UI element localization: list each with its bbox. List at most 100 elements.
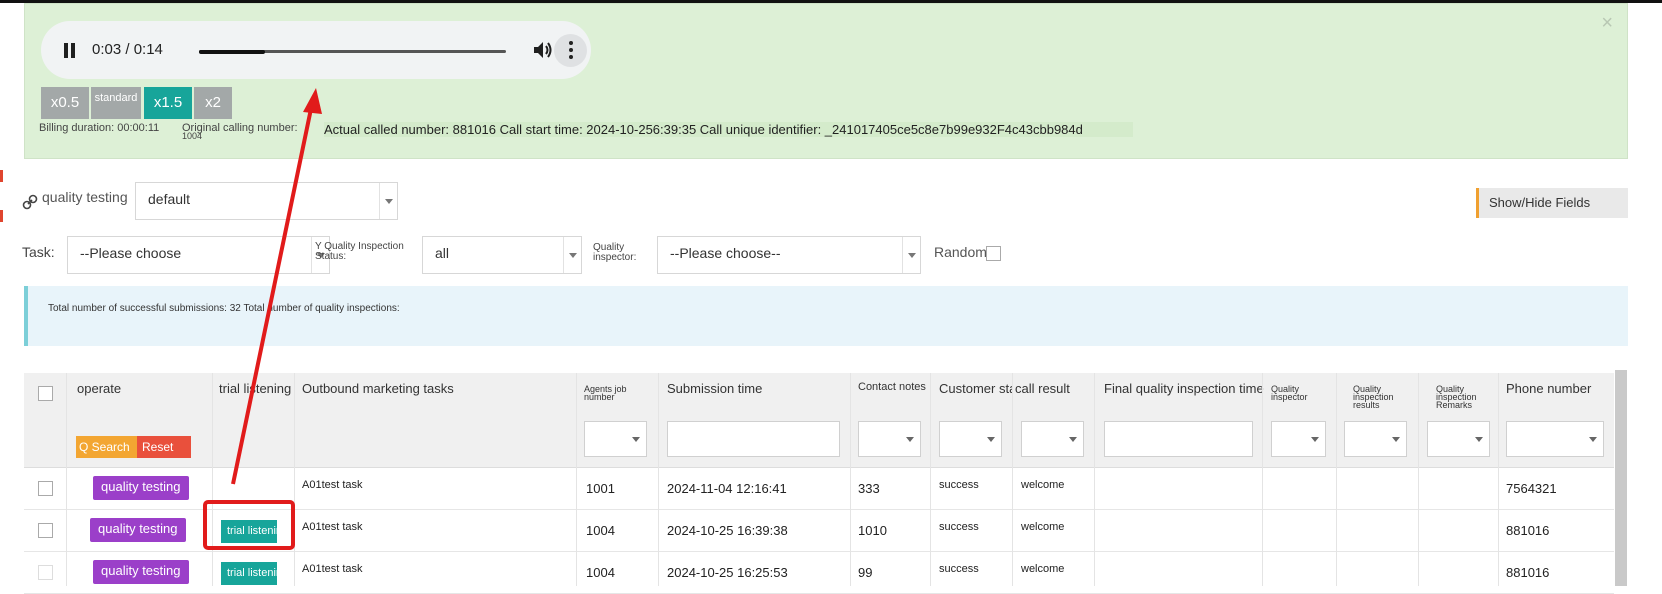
column-divider xyxy=(212,373,213,586)
quality-inspection-status-value: all xyxy=(435,245,450,261)
row-checkbox[interactable] xyxy=(38,523,53,538)
cell-submission-time: 2024-10-25 16:25:53 xyxy=(667,565,788,580)
cell-submission-time: 2024-11-04 12:16:41 xyxy=(667,481,787,496)
quality-testing-label: quality testing xyxy=(42,189,128,205)
column-divider xyxy=(930,373,931,586)
cell-task: A01test task xyxy=(302,521,363,533)
qi-label-line: inspector: xyxy=(593,252,637,263)
chevron-down-icon xyxy=(1386,422,1406,456)
summary-info-bar: Total number of successful submissions: … xyxy=(24,286,1628,346)
row-checkbox[interactable] xyxy=(38,565,53,580)
cell-call-result: welcome xyxy=(1021,479,1065,491)
chevron-down-icon xyxy=(626,422,646,456)
speed-x1.5-button[interactable]: x1.5 xyxy=(144,87,192,119)
table-row[interactable]: quality testing trial listening A01test … xyxy=(24,552,1614,594)
column-divider xyxy=(576,373,577,586)
left-edge-mark xyxy=(0,170,3,182)
quality-testing-select[interactable]: default xyxy=(135,182,398,220)
reset-button[interactable]: Reset xyxy=(137,436,191,458)
call-info-text: Actual called number: 881016 Call start … xyxy=(324,122,1133,137)
cell-customer-status: success xyxy=(939,563,979,575)
chevron-down-icon xyxy=(902,237,920,273)
cell-agent: 1004 xyxy=(586,565,615,580)
cell-customer-status: success xyxy=(939,479,979,491)
pause-icon[interactable] xyxy=(63,43,77,58)
annotation-highlight-box xyxy=(203,500,295,550)
cell-agent: 1001 xyxy=(586,481,615,496)
quality-inspector-label: Quality inspector: xyxy=(593,243,636,263)
cell-phone: 881016 xyxy=(1506,565,1550,580)
header-line: Remarks xyxy=(1436,400,1473,410)
playback-progress-fill xyxy=(199,49,265,54)
submission-time-filter-input[interactable] xyxy=(667,421,840,457)
chevron-down-icon xyxy=(379,183,397,219)
select-all-checkbox[interactable] xyxy=(38,386,53,401)
task-select-value: --Please choose xyxy=(80,245,182,261)
column-divider xyxy=(66,373,67,586)
playback-progress-bar[interactable] xyxy=(199,49,506,54)
header-agents-job-number: Agents job number xyxy=(584,385,627,402)
chevron-down-icon xyxy=(1063,422,1083,456)
speed-x0.5-button[interactable]: x0.5 xyxy=(41,87,89,119)
table-scrollbar[interactable] xyxy=(1615,370,1627,586)
original-calling-value: 1004 xyxy=(182,131,203,141)
cell-call-result: welcome xyxy=(1021,563,1065,575)
quality-results-filter-select[interactable] xyxy=(1344,421,1407,457)
quality-testing-select-value: default xyxy=(148,191,191,207)
audio-player[interactable]: 0:03 / 0:14 xyxy=(41,21,591,79)
final-inspection-time-filter-input[interactable] xyxy=(1104,421,1253,457)
show-hide-fields-button[interactable]: Show/Hide Fields xyxy=(1476,188,1628,218)
chevron-down-icon xyxy=(1469,422,1489,456)
quality-testing-button[interactable]: quality testing xyxy=(93,476,189,500)
cell-task: A01test task xyxy=(302,563,363,575)
cell-contact-notes: 1010 xyxy=(858,523,887,538)
row-checkbox[interactable] xyxy=(38,481,53,496)
chevron-down-icon xyxy=(1305,422,1325,456)
call-result-filter-select[interactable] xyxy=(1021,421,1084,457)
header-operate: operate xyxy=(77,381,122,396)
summary-text: Total number of successful submissions: … xyxy=(48,303,400,314)
phone-number-filter-select[interactable] xyxy=(1506,421,1604,457)
header-quality-remarks: Quality inspection Remarks xyxy=(1436,385,1477,410)
volume-icon[interactable] xyxy=(533,41,553,59)
task-select[interactable]: --Please choose xyxy=(67,236,330,274)
link-icon xyxy=(22,194,38,210)
qis-label-line: Status: xyxy=(315,251,347,262)
quality-inspector-filter-select[interactable] xyxy=(1271,421,1326,457)
quality-inspector-select[interactable]: --Please choose-- xyxy=(657,236,921,274)
contact-notes-filter-select[interactable] xyxy=(858,421,921,457)
header-contact-notes: Contact notes xyxy=(858,381,926,393)
header-line: number xyxy=(584,392,615,402)
quality-inspection-status-label: Y Quality Inspection Status: xyxy=(315,242,404,262)
random-label: Random: xyxy=(934,244,991,260)
header-final-inspection-time: Final quality inspection time xyxy=(1104,381,1264,396)
close-icon[interactable]: × xyxy=(1601,12,1613,35)
column-divider xyxy=(850,373,851,586)
customer-status-filter-select[interactable] xyxy=(939,421,1002,457)
header-call-result: call result xyxy=(1013,381,1070,396)
quality-remarks-filter-select[interactable] xyxy=(1427,421,1490,457)
quality-testing-button[interactable]: quality testing xyxy=(93,560,189,584)
chevron-down-icon xyxy=(981,422,1001,456)
quality-inspection-status-select[interactable]: all xyxy=(422,236,582,274)
q-search-button[interactable]: Q Search xyxy=(76,436,137,458)
quality-testing-button[interactable]: quality testing xyxy=(90,518,186,542)
header-phone-number: Phone number xyxy=(1506,381,1592,396)
column-divider xyxy=(1418,373,1419,586)
trial-listening-button[interactable]: trial listening xyxy=(221,562,277,585)
playback-time: 0:03 / 0:14 xyxy=(92,41,163,58)
cell-task: A01test task xyxy=(302,479,363,491)
speed-x2-button[interactable]: x2 xyxy=(194,87,232,119)
column-divider xyxy=(1094,373,1095,586)
header-submission-time: Submission time xyxy=(667,381,763,396)
column-divider xyxy=(294,373,295,586)
chevron-down-icon xyxy=(1583,422,1603,456)
chevron-down-icon xyxy=(900,422,920,456)
more-options-icon[interactable] xyxy=(554,34,587,67)
task-label: Task: xyxy=(22,244,55,260)
cell-submission-time: 2024-10-25 16:39:38 xyxy=(667,523,788,538)
speed-standard-button[interactable]: standard xyxy=(91,87,141,119)
column-divider xyxy=(658,373,659,586)
agents-filter-select[interactable] xyxy=(584,421,647,457)
random-checkbox[interactable] xyxy=(986,246,1001,261)
